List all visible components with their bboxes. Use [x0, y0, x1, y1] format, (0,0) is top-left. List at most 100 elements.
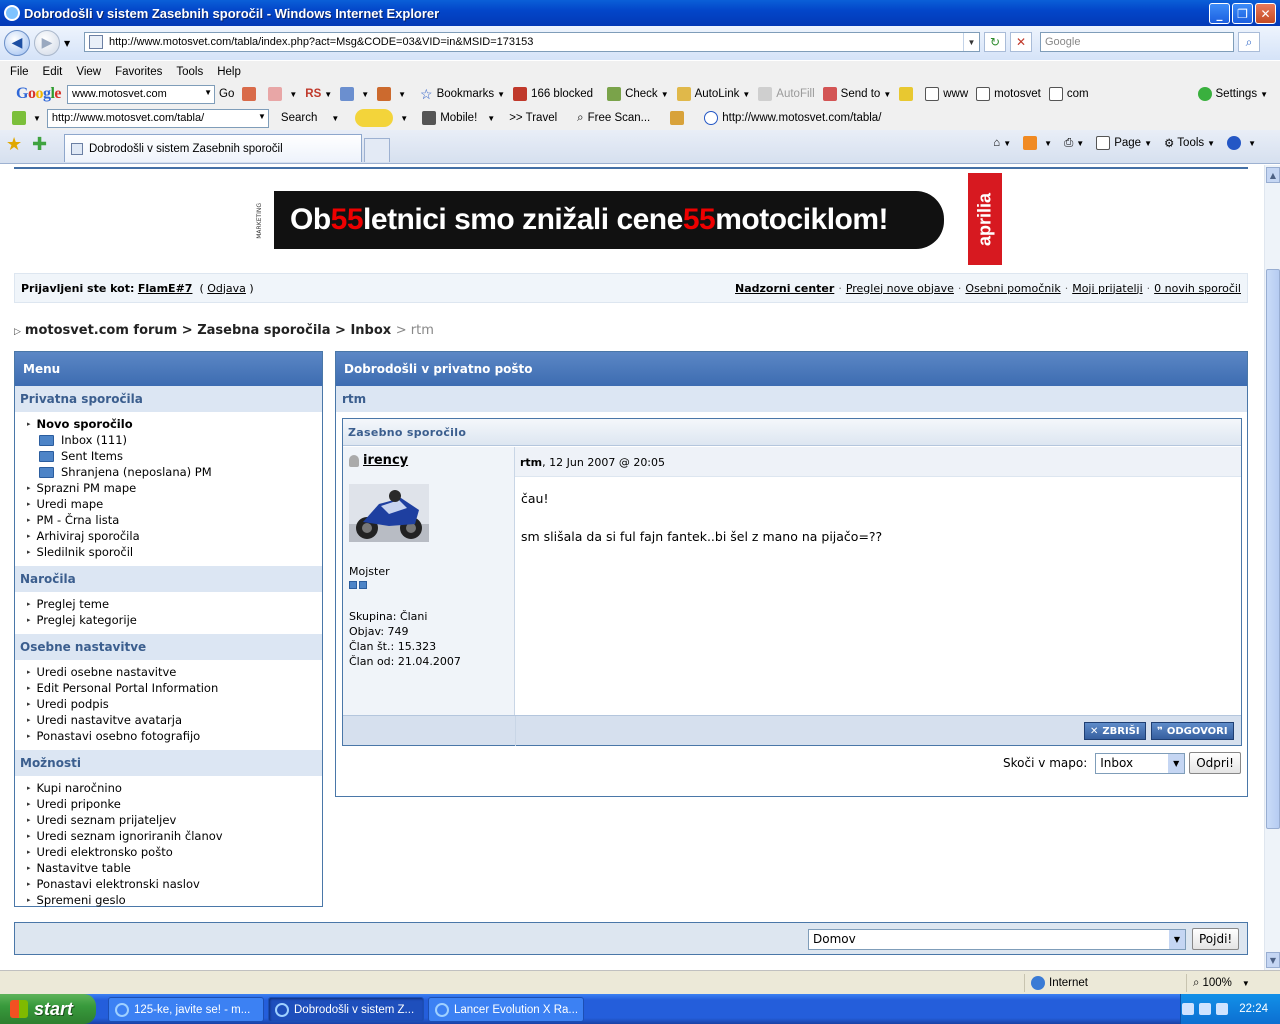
security-icon[interactable]: [1216, 1003, 1229, 1015]
toolbar-logo-icon[interactable]: ▼: [12, 111, 41, 125]
chevron-down-icon[interactable]: ▼: [258, 112, 266, 121]
logout-link[interactable]: Odjava: [207, 282, 246, 295]
maximize-button[interactable]: ❐: [1232, 3, 1253, 24]
network-icon[interactable]: [1182, 1003, 1195, 1015]
go-button[interactable]: Go: [219, 88, 234, 100]
scroll-up-icon[interactable]: ▲: [1266, 167, 1280, 183]
settings-button[interactable]: Settings ▼: [1197, 87, 1268, 101]
search-input[interactable]: Google: [1040, 32, 1234, 52]
taskbar-item-3[interactable]: Lancer Evolution X Ra...: [428, 997, 584, 1022]
menu-item-ignored-list[interactable]: ▸ Uredi seznam ignoriranih članov: [27, 828, 322, 844]
search-motosvet-button[interactable]: motosvet: [976, 87, 1041, 101]
taskbar-item-2[interactable]: Dobrodošli v sistem Z...: [268, 997, 424, 1022]
page-menu[interactable]: Page ▼: [1096, 136, 1152, 150]
user-link[interactable]: FlamE#7: [138, 282, 193, 295]
author-name[interactable]: irency: [363, 453, 408, 468]
breadcrumb-inbox[interactable]: Inbox: [350, 323, 391, 338]
menu-item-email[interactable]: ▸ Uredi elektronsko pošto: [27, 844, 322, 860]
bookmarks-button[interactable]: ☆ Bookmarks ▼: [420, 86, 505, 103]
search-icon[interactable]: ⌕: [1238, 32, 1260, 52]
menu-item-sent[interactable]: Sent Items: [27, 448, 322, 464]
go-forum-button[interactable]: Pojdi!: [1192, 928, 1240, 950]
free-scan-button[interactable]: ⌕ Free Scan...: [577, 112, 650, 125]
control-center-link[interactable]: Nadzorni center: [735, 282, 834, 295]
menu-item-inbox[interactable]: Inbox (111): [27, 432, 322, 448]
menu-item-buy-subscription[interactable]: ▸ Kupi naročnino: [27, 780, 322, 796]
open-folder-button[interactable]: Odpri!: [1189, 752, 1241, 774]
volume-icon[interactable]: [1199, 1003, 1212, 1015]
home-icon[interactable]: ⌂ ▼: [993, 137, 1011, 149]
highlight-icon[interactable]: [899, 87, 917, 101]
menu-item-photo[interactable]: ▸ Ponastavi osebno fotografijo: [27, 728, 322, 744]
sendto-button[interactable]: Send to ▼: [822, 87, 891, 101]
menu-item-friends-list[interactable]: ▸ Uredi seznam prijateljev: [27, 812, 322, 828]
forward-button[interactable]: ▶: [34, 30, 60, 56]
menu-item-archive[interactable]: ▸ Arhiviraj sporočila: [27, 528, 322, 544]
menu-item-board-settings[interactable]: ▸ Nastavitve table: [27, 860, 322, 876]
help-icon[interactable]: ▼: [1227, 136, 1256, 150]
favorites-star-icon[interactable]: ★: [6, 134, 22, 155]
mail-icon[interactable]: ▼: [268, 87, 297, 101]
menu-item-new-message[interactable]: ▸ Novo sporočilo: [27, 416, 322, 432]
close-button[interactable]: ✕: [1255, 3, 1276, 24]
translate-icon[interactable]: ▼: [340, 87, 369, 101]
chevron-down-icon[interactable]: ▼: [1168, 753, 1185, 773]
ad-banner[interactable]: MARKETING Ob 55 letnici smo znižali cene…: [256, 173, 1002, 265]
menu-item-change-password[interactable]: ▸ Spremeni geslo: [27, 892, 322, 908]
feeds-icon[interactable]: ▼: [1023, 136, 1052, 150]
folder-select[interactable]: Inbox ▼: [1095, 752, 1186, 774]
chevron-down-icon[interactable]: ▼: [1169, 930, 1185, 949]
minimize-button[interactable]: _: [1209, 3, 1230, 24]
toolbar-url-field[interactable]: http://www.motosvet.com/tabla/ ▼: [46, 108, 269, 128]
page-link[interactable]: http://www.motosvet.com/tabla/: [704, 111, 881, 125]
pencil-icon[interactable]: [670, 111, 688, 125]
address-url[interactable]: http://www.motosvet.com/tabla/index.php?…: [109, 36, 533, 48]
menu-favorites[interactable]: Favorites: [115, 66, 162, 78]
smiley-icon[interactable]: ▼: [355, 109, 408, 127]
new-posts-link[interactable]: Preglej nove objave: [846, 282, 954, 295]
scroll-down-icon[interactable]: ▼: [1266, 952, 1280, 968]
menu-item-portal-info[interactable]: ▸ Edit Personal Portal Information: [27, 680, 322, 696]
google-search-field[interactable]: www.motosvet.com ▼: [67, 84, 216, 104]
menu-file[interactable]: File: [10, 66, 29, 78]
search-www-button[interactable]: www: [925, 87, 968, 101]
menu-item-edit-folders[interactable]: ▸ Uredi mape: [27, 496, 322, 512]
menu-item-empty-folders[interactable]: ▸ Sprazni PM mape: [27, 480, 322, 496]
taskbar-item-1[interactable]: 125-ke, javite se! - m...: [108, 997, 264, 1022]
start-button[interactable]: start: [0, 994, 96, 1024]
menu-item-avatar[interactable]: ▸ Uredi nastavitve avatarja: [27, 712, 322, 728]
stop-icon[interactable]: ✕: [1010, 32, 1032, 52]
autofill-button[interactable]: AutoFill: [758, 87, 815, 101]
menu-item-view-categories[interactable]: ▸ Preglej kategorije: [27, 612, 322, 628]
search-com-button[interactable]: com: [1048, 87, 1089, 101]
menu-item-edit-profile[interactable]: ▸ Uredi osebne nastavitve: [27, 664, 322, 680]
menu-item-view-topics[interactable]: ▸ Preglej teme: [27, 596, 322, 612]
menu-tools[interactable]: Tools: [176, 66, 203, 78]
delete-button[interactable]: ✕ ZBRIŠI: [1084, 722, 1146, 740]
refresh-icon[interactable]: ↻: [984, 32, 1006, 52]
menu-item-attachments[interactable]: ▸ Uredi priponke: [27, 796, 322, 812]
personal-assistant-link[interactable]: Osebni pomočnik: [965, 282, 1060, 295]
tools-menu[interactable]: ⚙ Tools ▼: [1164, 136, 1215, 150]
mobile-button[interactable]: Mobile! ▼: [422, 111, 495, 125]
popup-blocker[interactable]: 166 blocked: [513, 87, 593, 101]
menu-item-reset-email[interactable]: ▸ Ponastavi elektronski naslov: [27, 876, 322, 892]
toolbar-search-button[interactable]: Search ▼: [281, 112, 339, 124]
news-icon[interactable]: [242, 87, 260, 101]
address-dropdown-icon[interactable]: ▼: [963, 33, 979, 51]
menu-edit[interactable]: Edit: [43, 66, 63, 78]
new-messages-link[interactable]: 0 novih sporočil: [1154, 282, 1241, 295]
autolink-button[interactable]: AutoLink ▼: [676, 87, 750, 101]
tab-active[interactable]: Dobrodošli v sistem Zasebnih sporočil: [64, 134, 362, 162]
vertical-scrollbar[interactable]: ▲ ▼: [1264, 165, 1280, 970]
chevron-down-icon[interactable]: ▼: [204, 88, 212, 97]
menu-item-tracker[interactable]: ▸ Sledilnik sporočil: [27, 544, 322, 560]
spell-check-button[interactable]: Check ▼: [607, 87, 669, 101]
history-dropdown-icon[interactable]: ▼: [64, 39, 70, 48]
menu-item-signature[interactable]: ▸ Uredi podpis: [27, 696, 322, 712]
reply-button[interactable]: ❞ ODGOVORI: [1151, 722, 1234, 740]
rs-button[interactable]: RS ▼: [305, 88, 332, 100]
menu-item-blacklist[interactable]: ▸ PM - Črna lista: [27, 512, 322, 528]
gift-icon[interactable]: ▼: [377, 87, 406, 101]
zoom-control[interactable]: ⌕ 100% ▼: [1186, 974, 1262, 992]
